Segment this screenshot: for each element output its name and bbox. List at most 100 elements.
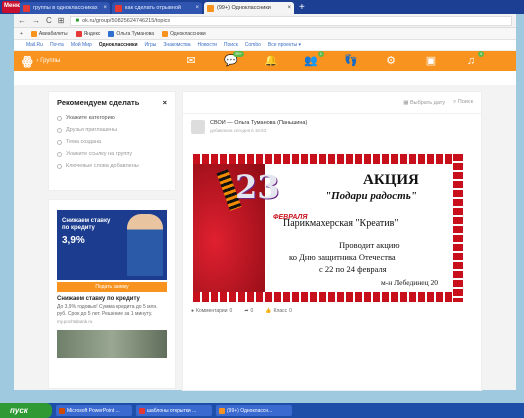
powerpoint-icon bbox=[59, 407, 65, 414]
taskbar-item-powerpoint[interactable]: Microsoft PowerPoint ... bbox=[56, 405, 132, 416]
feed-toolbar: ▦ Выбрать дату ⌕ Поиск bbox=[183, 92, 481, 114]
share-icon: ➦ bbox=[244, 308, 249, 314]
music-badge: 4 bbox=[477, 51, 484, 57]
mail-link[interactable]: Почта bbox=[50, 42, 64, 48]
music-icon[interactable]: ♫ 4 bbox=[464, 51, 484, 68]
games-link[interactable]: Игры bbox=[145, 42, 157, 48]
check-icon bbox=[57, 127, 62, 133]
mailru-link[interactable]: Mail.Ru bbox=[26, 42, 43, 48]
start-button[interactable]: пуск bbox=[0, 403, 52, 418]
bookmark-aviabilety[interactable]: Авиабилеты bbox=[30, 30, 68, 37]
task-label: Microsoft PowerPoint ... bbox=[67, 407, 120, 414]
ad-title[interactable]: Снижаем ставку по кредиту bbox=[57, 296, 167, 302]
feed-search-button[interactable]: ⌕ Поиск bbox=[453, 99, 473, 106]
star-border-top bbox=[193, 154, 463, 164]
close-icon[interactable]: × bbox=[163, 98, 167, 107]
combo-link[interactable]: Combo bbox=[245, 42, 261, 48]
post-meta: СВОИ — Ольга Туманова (Паньшина) добавле… bbox=[210, 120, 307, 134]
taskbar-item-browser-ok[interactable]: (99+) Одноклассн... bbox=[216, 405, 292, 416]
recommend-item[interactable]: Друзья приглашены bbox=[57, 127, 167, 133]
taskbar-item-browser-yandex[interactable]: шаблоны открытки ... bbox=[136, 405, 212, 416]
close-icon[interactable]: × bbox=[103, 5, 107, 11]
recommend-item[interactable]: Укажите ссылку на группу bbox=[57, 151, 167, 157]
like-button[interactable]: 👍 Класс 0 bbox=[265, 308, 292, 314]
recommend-item-label: Укажите категорию bbox=[66, 115, 115, 121]
ad-block: Снижаем ставку по кредиту 3,9% Подать за… bbox=[48, 199, 176, 389]
yandex-icon bbox=[75, 30, 82, 37]
bookmark-yandex[interactable]: Яндекс bbox=[75, 30, 101, 37]
recommend-item-label: Укажите ссылку на группу bbox=[66, 151, 133, 157]
close-icon[interactable]: × bbox=[195, 5, 199, 11]
choose-date-label: Выбрать дату bbox=[409, 99, 446, 106]
tab-label: группы в одноклассниках bbox=[33, 5, 98, 11]
friends-badge: 1 bbox=[317, 51, 324, 57]
ad-source[interactable]: my.pochtabank.ru bbox=[57, 319, 167, 324]
poster-line1: Проводит акцию bbox=[339, 240, 400, 250]
bookmark-ok[interactable]: Одноклассники bbox=[162, 30, 206, 37]
dating-link[interactable]: Знакомства bbox=[163, 42, 190, 48]
bookmark-label: Одноклассники bbox=[170, 30, 206, 37]
guests-icon[interactable]: 👣 bbox=[344, 54, 358, 68]
ad-apply-button[interactable]: Подать заявку bbox=[57, 282, 167, 292]
recommend-item-label: Ключевые слова добавлены bbox=[66, 163, 139, 169]
tab-label: (99+) Одноклассники bbox=[217, 5, 271, 11]
ok-link[interactable]: Одноклассники bbox=[99, 42, 138, 48]
ok-logo-icon[interactable]: ꙮ bbox=[22, 54, 33, 68]
task-label: шаблоны открытки ... bbox=[147, 407, 197, 414]
recommend-item[interactable]: Укажите категорию bbox=[57, 115, 167, 121]
comments-count: 0 bbox=[229, 308, 233, 314]
avatar[interactable] bbox=[191, 120, 205, 134]
events-icon[interactable]: ⚙ bbox=[384, 54, 398, 68]
back-arrow-icon[interactable]: ← bbox=[18, 16, 26, 25]
post-image[interactable]: 23 ФЕВРАЛЯ АКЦИЯ "Подари радость" Парикм… bbox=[193, 154, 463, 302]
video-icon[interactable]: ▣ bbox=[424, 54, 438, 68]
comments-button[interactable]: ● Комментарии 0 bbox=[191, 308, 232, 314]
recommend-item-label: Друзья приглашены bbox=[66, 127, 118, 133]
choose-date-button[interactable]: ▦ Выбрать дату bbox=[403, 100, 445, 106]
bookmark-profile[interactable]: Ольга Туманова bbox=[108, 30, 154, 37]
grid-icon[interactable]: ⊞ bbox=[58, 16, 65, 25]
ad-thumbnail-image[interactable] bbox=[57, 330, 167, 358]
reload-icon[interactable]: C bbox=[46, 16, 52, 25]
bookmark-label: Яндекс bbox=[83, 30, 101, 37]
share-button[interactable]: ➦ 0 bbox=[244, 308, 253, 314]
bookmark-label: Ольга Туманова bbox=[116, 30, 154, 37]
post-author[interactable]: СВОИ — Ольга Туманова (Паньшина) bbox=[210, 120, 307, 126]
recommend-item[interactable]: Тема создана bbox=[57, 139, 167, 145]
yandex-icon bbox=[115, 4, 122, 12]
ad-banner[interactable]: Снижаем ставку по кредиту 3,9% bbox=[57, 210, 167, 280]
discussions-icon[interactable]: 💬 99+ bbox=[224, 51, 244, 68]
ad-description: До 3,9% годовых! Сумма кредита до 5 млн.… bbox=[57, 304, 158, 317]
notifications-icon[interactable]: 🔔 bbox=[264, 54, 278, 68]
news-link[interactable]: Новости bbox=[198, 42, 217, 48]
url-field[interactable]: ■ ok.ru/group/50825624746215/topics bbox=[70, 15, 512, 26]
check-icon bbox=[57, 139, 62, 145]
ok-toolbar: ꙮ ‹ Группы ✉ 💬 99+ 🔔 👥 1 👣 ⚙ ▣ ♫ 4 bbox=[14, 51, 516, 71]
all-projects-link[interactable]: Все проекты ▾ bbox=[268, 42, 301, 48]
friends-icon[interactable]: 👥 1 bbox=[304, 51, 324, 68]
browser-menu-button[interactable]: Меню bbox=[2, 1, 21, 13]
search-link[interactable]: Поиск bbox=[224, 42, 238, 48]
post-actions: ● Комментарии 0 ➦ 0 👍 Класс 0 bbox=[191, 308, 292, 314]
lock-icon: ■ bbox=[75, 17, 80, 24]
recommend-item[interactable]: Ключевые слова добавлены bbox=[57, 163, 167, 169]
profile-icon bbox=[108, 30, 115, 37]
tab-odnoklassniki[interactable]: (99+) Одноклассники × bbox=[204, 2, 294, 14]
forward-arrow-icon[interactable]: → bbox=[32, 16, 40, 25]
close-icon[interactable]: × bbox=[287, 5, 291, 11]
mymir-link[interactable]: Мой Мир bbox=[71, 42, 92, 48]
new-tab-button[interactable]: + bbox=[299, 2, 305, 14]
like-icon: 👍 bbox=[265, 308, 272, 314]
star-border-bottom bbox=[193, 292, 463, 302]
tab-yandex-howto[interactable]: как сделать отрывной × bbox=[112, 2, 202, 14]
tab-label: как сделать отрывной bbox=[125, 5, 181, 11]
recommend-panel: Рекомендуем сделать × Укажите категорию … bbox=[48, 91, 176, 191]
add-bookmark-icon[interactable]: + bbox=[20, 31, 23, 37]
category-icon bbox=[57, 115, 62, 121]
start-label: пуск bbox=[10, 406, 28, 415]
back-to-groups-link[interactable]: ‹ Группы bbox=[37, 58, 61, 64]
comments-label: Комментарии bbox=[196, 308, 228, 314]
tab-yandex-groups[interactable]: группы в одноклассниках × bbox=[20, 2, 110, 14]
task-label: (99+) Одноклассн... bbox=[227, 407, 273, 414]
messages-icon[interactable]: ✉ bbox=[184, 54, 198, 68]
